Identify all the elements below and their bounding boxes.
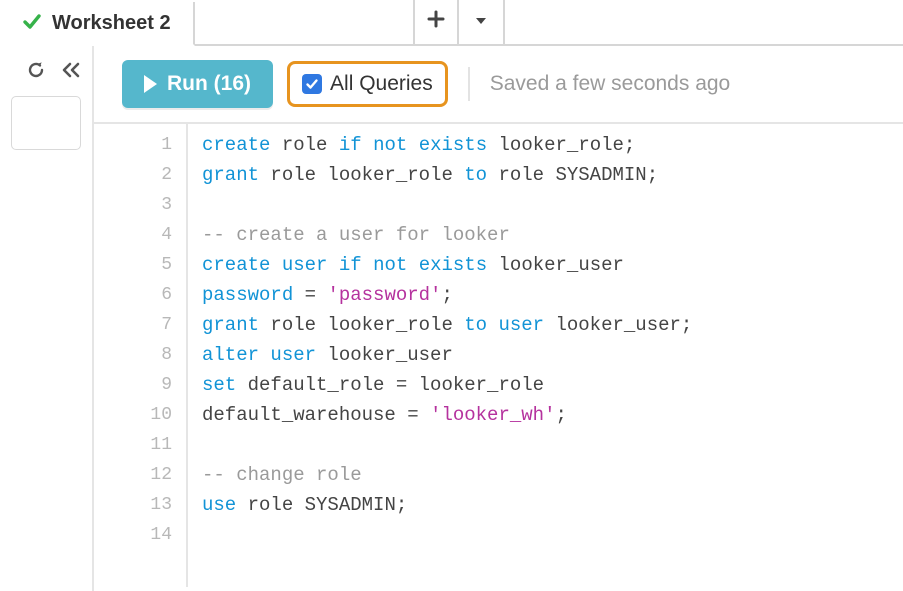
- code-line: [202, 190, 903, 220]
- toolbar-divider: [468, 67, 470, 101]
- line-number: 5: [94, 250, 172, 280]
- code-line: create user if not exists looker_user: [202, 250, 903, 280]
- caret-down-icon: [474, 11, 488, 34]
- tab-worksheet[interactable]: Worksheet 2: [0, 2, 195, 46]
- line-number: 11: [94, 430, 172, 460]
- tab-menu-button[interactable]: [459, 0, 505, 44]
- sql-editor[interactable]: 1234567891011121314 create role if not e…: [94, 122, 903, 587]
- line-number: 13: [94, 490, 172, 520]
- tab-bar: Worksheet 2: [0, 0, 903, 46]
- all-queries-label: All Queries: [330, 72, 433, 96]
- line-gutter: 1234567891011121314: [94, 124, 186, 587]
- code-line: [202, 430, 903, 460]
- code-line: [202, 520, 903, 550]
- new-tab-button[interactable]: [413, 0, 459, 44]
- tab-label: Worksheet 2: [52, 12, 171, 35]
- refresh-icon[interactable]: [26, 60, 46, 80]
- code-area[interactable]: create role if not exists looker_role;gr…: [186, 124, 903, 587]
- code-line: set default_role = looker_role: [202, 370, 903, 400]
- code-line: use role SYSADMIN;: [202, 490, 903, 520]
- side-panel-box: [11, 96, 81, 150]
- line-number: 3: [94, 190, 172, 220]
- side-panel: [0, 46, 94, 591]
- line-number: 1: [94, 130, 172, 160]
- code-line: default_warehouse = 'looker_wh';: [202, 400, 903, 430]
- code-line: create role if not exists looker_role;: [202, 130, 903, 160]
- run-button[interactable]: Run (16): [122, 60, 273, 108]
- tab-spacer: [195, 2, 413, 46]
- run-count: (16): [214, 72, 251, 95]
- run-label: Run: [167, 72, 208, 95]
- line-number: 10: [94, 400, 172, 430]
- code-line: -- create a user for looker: [202, 220, 903, 250]
- line-number: 9: [94, 370, 172, 400]
- line-number: 7: [94, 310, 172, 340]
- play-icon: [144, 75, 157, 93]
- toolbar: Run (16) All Queries Saved a few seconds…: [94, 46, 903, 122]
- line-number: 14: [94, 520, 172, 550]
- plus-icon: [427, 10, 445, 34]
- all-queries-toggle[interactable]: All Queries: [287, 61, 448, 107]
- line-number: 12: [94, 460, 172, 490]
- code-line: -- change role: [202, 460, 903, 490]
- line-number: 8: [94, 340, 172, 370]
- check-icon: [22, 12, 42, 35]
- line-number: 6: [94, 280, 172, 310]
- line-number: 2: [94, 160, 172, 190]
- save-status: Saved a few seconds ago: [490, 72, 731, 96]
- code-line: grant role looker_role to user looker_us…: [202, 310, 903, 340]
- code-line: grant role looker_role to role SYSADMIN;: [202, 160, 903, 190]
- line-number: 4: [94, 220, 172, 250]
- code-line: alter user looker_user: [202, 340, 903, 370]
- code-line: password = 'password';: [202, 280, 903, 310]
- collapse-icon[interactable]: [60, 60, 82, 80]
- checkbox-checked-icon: [302, 74, 322, 94]
